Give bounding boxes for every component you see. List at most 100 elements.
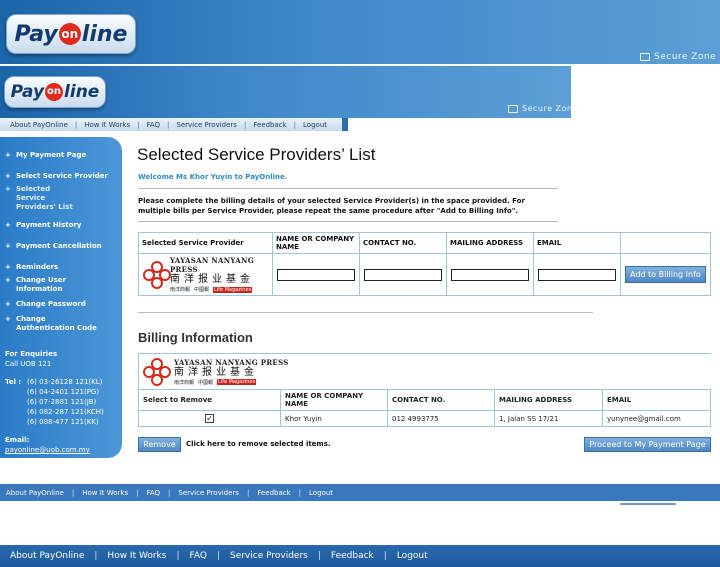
bottom-nav-bar: About PayOnline | How It Works | FAQ | Serv… [0,545,720,567]
add-to-billing-button[interactable]: Add to Billing Info [625,266,706,283]
col-header-email: EMAIL [602,389,711,411]
provider-sub-2: 中國報 [193,287,209,293]
welcome-message: Welcome Ms Khor Yuyin to PayOnline. [138,173,288,181]
enquiries-sub: Call UOB 121 [5,360,52,368]
nav-separator: | [317,551,321,561]
address-input[interactable] [451,268,529,281]
nav-how-it-works[interactable]: How It Works [107,551,166,561]
add-button-cell: Add to Billing Info [620,253,711,296]
billing-contact: 012 4993775 [387,410,495,427]
nav-separator: | [176,551,180,561]
nav-about[interactable]: About PayOnline [6,489,64,497]
sidebar-item-payment-history[interactable]: Payment History [0,221,122,230]
nav-separator: | [74,120,78,129]
col-header-name: NAME OR COMPANY NAME [272,232,360,254]
nav-service-providers[interactable]: Service Providers [176,121,237,129]
divider [138,312,593,313]
provider-logo: YAYASAN NANYANG PRESS 南洋报业基金 南洋商報 中國報 Life… [143,256,268,293]
provider-sub-3: Life Magazines [217,379,257,385]
nav-separator: | [137,120,140,129]
proceed-button[interactable]: Proceed to My Payment Page [584,437,711,452]
col-header-action [620,232,711,254]
provider-table: Selected Service Provider NAME OR COMPAN… [138,232,711,296]
provider-name-zh: 南洋报业基金 [174,366,258,378]
billing-title: Billing Information [138,330,253,345]
payonline-logo-inner[interactable]: Pay on line [4,76,106,108]
billing-email: yunynee@gmail.com [602,410,711,427]
secure-zone-label: Secure Zone [654,52,717,62]
nav-feedback[interactable]: Feedback [257,489,290,497]
nav-separator: | [298,488,302,497]
nav-feedback[interactable]: Feedback [331,551,374,561]
tel-line: (6) 04-2401 121(PG) [27,388,100,396]
secure-zone-icon [508,104,518,113]
nav-about[interactable]: About PayOnline [10,121,68,129]
nav-service-providers[interactable]: Service Providers [178,489,239,497]
sidebar-item-change-password[interactable]: Change Password [0,300,122,309]
nav-logout[interactable]: Logout [309,489,333,497]
contact-input-cell [359,253,447,296]
logo-text-pay: Pay [14,21,58,47]
email-input[interactable] [538,268,616,281]
nav-faq[interactable]: FAQ [146,121,160,129]
logo-text-pay: Pay [10,82,45,102]
nav-logout[interactable]: Logout [397,551,428,561]
nav-separator: | [94,551,98,561]
email-label: Email: [5,436,30,444]
nav-faq[interactable]: FAQ [146,489,160,497]
nav-logout[interactable]: Logout [303,121,327,129]
col-header-name: NAME OR COMPANY NAME [280,389,388,411]
provider-flower-icon [143,357,171,386]
name-input[interactable] [277,268,355,281]
nav-separator: | [136,488,139,497]
logo-text-line: line [64,82,100,102]
provider-name-zh: 南洋报业基金 [169,274,254,285]
enquiries-label: For Enquiries [5,350,58,358]
provider-sub-1: 南洋商報 [169,287,190,293]
sidebar: My Payment Page Select Service Provider … [0,137,122,458]
tel-label: Tel : [5,378,22,386]
nav-how-it-works[interactable]: How It Works [84,121,130,129]
divider [138,221,558,222]
nav-separator: | [168,488,171,497]
nav-how-it-works[interactable]: How It Works [82,489,128,497]
logo-text-line: line [81,21,128,47]
page-title: Selected Service Providers’ List [137,145,376,164]
remove-button[interactable]: Remove [138,437,181,452]
sidebar-item-reminders[interactable]: Reminders [0,263,122,272]
decorative-strip [620,503,676,505]
col-header-address: MAILING ADDRESS [494,389,603,411]
col-header-address: MAILING ADDRESS [446,232,534,254]
sidebar-item-my-payment-page[interactable]: My Payment Page [0,151,122,160]
contact-input[interactable] [364,268,442,281]
billing-address: 1, Jalan SS 17/21 [494,410,603,427]
email-link[interactable]: payonline@uob.com.my [5,446,90,454]
provider-name-en: YAYASAN NANYANG PRESS [174,357,289,367]
sidebar-item-change-user-info[interactable]: Change User Information [0,276,82,294]
sidebar-item-payment-cancellation[interactable]: Payment Cancellation [0,242,122,251]
provider-sub-2: 中國報 [198,379,214,386]
nav-feedback[interactable]: Feedback [253,121,286,129]
sidebar-item-selected-list[interactable]: Selected Service Providers' List [0,185,86,212]
billing-name: Khor Yuyin [280,410,388,427]
sidebar-menu: My Payment Page Select Service Provider … [0,137,122,333]
nav-service-providers[interactable]: Service Providers [230,551,308,561]
nav-separator: | [167,120,170,129]
col-header-contact: CONTACT NO. [359,232,447,254]
nav-faq[interactable]: FAQ [190,551,207,561]
nav-separator: | [383,551,387,561]
sidebar-item-select-service-provider[interactable]: Select Service Provider [0,172,122,181]
secure-zone-icon [640,53,650,61]
email-input-cell [533,253,621,296]
sidebar-item-change-auth-code[interactable]: Change Authentication Code [0,315,104,333]
remove-help-text: Click here to remove selected items. [186,440,331,448]
nav-separator: | [243,120,247,129]
payonline-logo[interactable]: Pay on line [6,14,136,54]
nav-about[interactable]: About PayOnline [10,551,84,561]
tel-line: (6) 088-477 121(KK) [27,418,99,426]
remove-checkbox[interactable]: ✓ [205,414,214,423]
provider-flower-icon [143,260,171,289]
logo-text-on: on [58,23,81,45]
tel-line: (6) 03-26128 121(KL) [27,378,103,386]
provider-sub-3: Life Magazines [212,286,253,293]
